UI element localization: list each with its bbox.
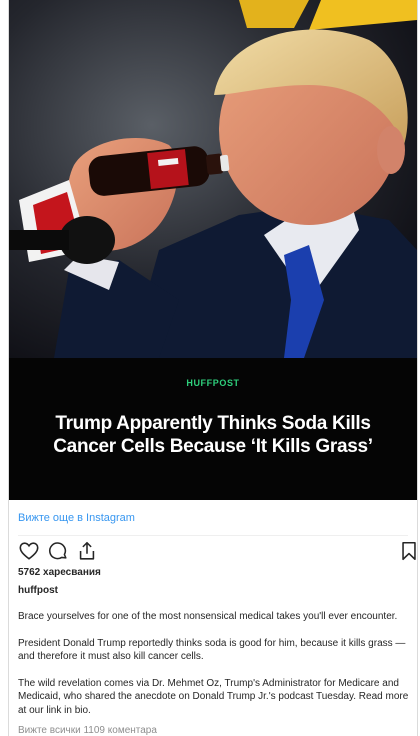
post-photo — [9, 0, 417, 358]
headline: Trump Apparently Thinks Soda Kills Cance… — [53, 413, 373, 457]
action-bar — [15, 540, 416, 562]
view-all-comments-link[interactable]: Вижте всички 1109 коментара — [18, 725, 157, 736]
headline-panel: HUFFPOST Trump Apparently Thinks Soda Ki… — [9, 358, 417, 500]
caption-paragraph: Brace yourselves for one of the most non… — [18, 611, 398, 622]
instagram-embed-card: HUFFPOST Trump Apparently Thinks Soda Ki… — [8, 0, 418, 736]
caption-paragraph: President Donald Trump reportedly thinks… — [18, 637, 406, 663]
comment-icon[interactable] — [47, 540, 69, 562]
post-image[interactable]: HUFFPOST Trump Apparently Thinks Soda Ki… — [9, 0, 417, 500]
caption-paragraph: The wild revelation comes via Dr. Mehmet… — [18, 677, 409, 716]
likes-count[interactable]: 5762 харесвания — [18, 567, 101, 578]
bookmark-icon[interactable] — [398, 540, 417, 562]
author-username[interactable]: huffpost — [18, 585, 58, 596]
divider — [18, 535, 408, 536]
share-icon[interactable] — [76, 540, 98, 562]
view-more-on-instagram-link[interactable]: Вижте още в Instagram — [18, 512, 135, 524]
heart-icon[interactable] — [18, 540, 40, 562]
post-caption: Brace yourselves for one of the most non… — [18, 610, 413, 730]
source-label: HUFFPOST — [186, 378, 240, 388]
